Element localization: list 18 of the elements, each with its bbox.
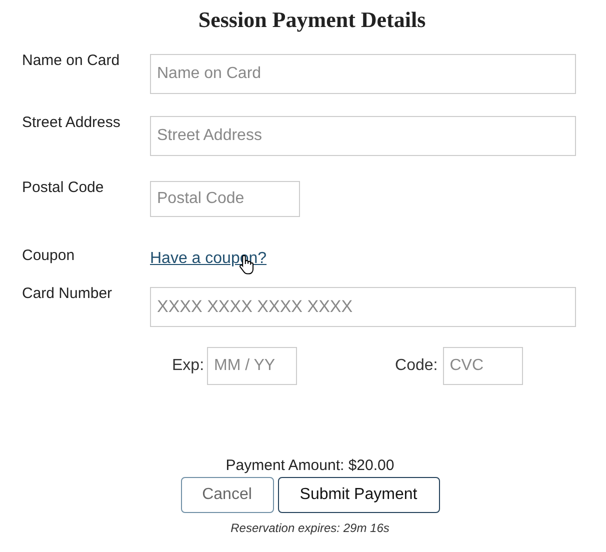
page-title: Session Payment Details bbox=[197, 6, 426, 34]
field-label: Card Number bbox=[21, 285, 114, 303]
reservation-expiry: Reservation expires: 29m 16s bbox=[230, 520, 390, 537]
expiry-field[interactable]: MM / YY bbox=[207, 347, 298, 385]
text-field[interactable]: Name on Card bbox=[150, 54, 576, 94]
field-label: Street Address bbox=[21, 114, 122, 132]
field-label: Postal Code bbox=[21, 179, 105, 197]
text-field[interactable]: Street Address bbox=[150, 116, 576, 156]
payment-amount: Payment Amount: $20.00 bbox=[226, 457, 394, 475]
postal-code-field[interactable]: Postal Code bbox=[150, 181, 300, 217]
expiry-label: Exp: bbox=[172, 356, 204, 376]
code-label: Code: bbox=[395, 356, 438, 376]
card-number-field[interactable]: XXXX XXXX XXXX XXXX bbox=[150, 287, 576, 327]
field-label: Coupon bbox=[21, 247, 76, 265]
submit-button[interactable]: Submit Payment bbox=[278, 477, 440, 513]
cvc-field[interactable]: CVC bbox=[442, 347, 523, 385]
field-label: Name on Card bbox=[21, 52, 121, 70]
cancel-button[interactable]: Cancel bbox=[180, 477, 274, 513]
